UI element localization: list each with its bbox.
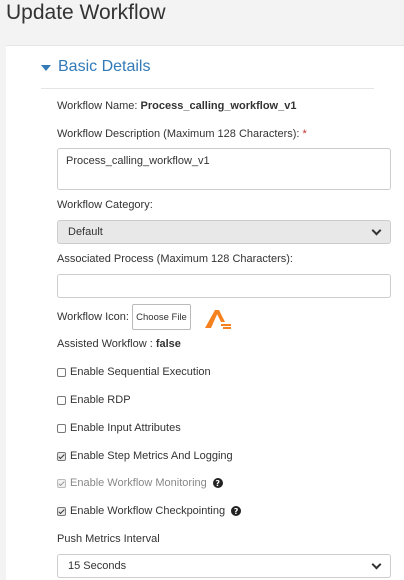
option-workflow-monitoring: Enable Workflow Monitoring ? [57, 477, 223, 489]
option-label: Enable Workflow Monitoring [70, 477, 207, 489]
section-toggle[interactable]: Basic Details [41, 58, 150, 76]
required-marker: * [302, 128, 307, 140]
checkbox [57, 478, 66, 488]
caret-down-icon [41, 64, 51, 71]
option-label: Enable Input Attributes [70, 422, 181, 434]
option-label: Enable Step Metrics And Logging [70, 450, 233, 462]
push-metrics-label: Push Metrics Interval [57, 533, 160, 545]
associated-process-input[interactable] [57, 274, 391, 298]
description-textarea[interactable]: Process_calling_workflow_v1 [57, 148, 391, 190]
option-label: Enable RDP [70, 394, 131, 406]
option-step-metrics[interactable]: Enable Step Metrics And Logging [57, 450, 233, 462]
description-value: Process_calling_workflow_v1 [66, 155, 210, 167]
chevron-down-icon [371, 225, 382, 235]
assisted-workflow-row: Assisted Workflow : false [57, 338, 181, 350]
option-rdp[interactable]: Enable RDP [57, 394, 131, 406]
checkbox[interactable] [57, 395, 66, 405]
checkbox[interactable] [57, 367, 66, 377]
category-label: Workflow Category: [57, 199, 153, 211]
option-label: Enable Workflow Checkpointing [70, 505, 226, 517]
chevron-down-icon [371, 559, 382, 569]
assisted-workflow-label: Assisted Workflow : [57, 338, 153, 350]
workflow-name-row: Workflow Name: Process_calling_workflow_… [57, 100, 296, 112]
workflow-name-value: Process_calling_workflow_v1 [140, 100, 297, 112]
category-select[interactable]: Default [57, 220, 391, 244]
associated-process-label: Associated Process (Maximum 128 Characte… [57, 253, 293, 265]
choose-file-button[interactable]: Choose File [132, 304, 191, 330]
question-circle-icon[interactable]: ? [231, 506, 242, 516]
option-input-attributes[interactable]: Enable Input Attributes [57, 422, 181, 434]
push-metrics-selected: 15 Seconds [68, 560, 127, 572]
automation-anywhere-logo-icon [205, 310, 231, 329]
checkbox[interactable] [57, 423, 66, 433]
option-sequential-execution[interactable]: Enable Sequential Execution [57, 366, 211, 378]
section-divider [41, 88, 374, 89]
workflow-icon-label: Workflow Icon: [57, 311, 129, 323]
checkbox[interactable] [57, 451, 66, 461]
description-label: Workflow Description (Maximum 128 Charac… [57, 128, 300, 140]
assisted-workflow-value: false [155, 338, 181, 350]
description-label-row: Workflow Description (Maximum 128 Charac… [57, 128, 307, 140]
section-title: Basic Details [58, 58, 151, 75]
page-title: Update Workflow [6, 1, 166, 24]
option-label: Enable Sequential Execution [70, 366, 211, 378]
push-metrics-select[interactable]: 15 Seconds [57, 554, 391, 578]
workflow-name-label: Workflow Name: [57, 100, 138, 112]
option-workflow-checkpointing[interactable]: Enable Workflow Checkpointing ? [57, 505, 242, 517]
question-circle-icon[interactable]: ? [212, 478, 223, 488]
checkbox[interactable] [57, 506, 66, 516]
category-selected: Default [68, 226, 103, 238]
basic-details-card: Basic Details Workflow Name: Process_cal… [6, 45, 404, 580]
